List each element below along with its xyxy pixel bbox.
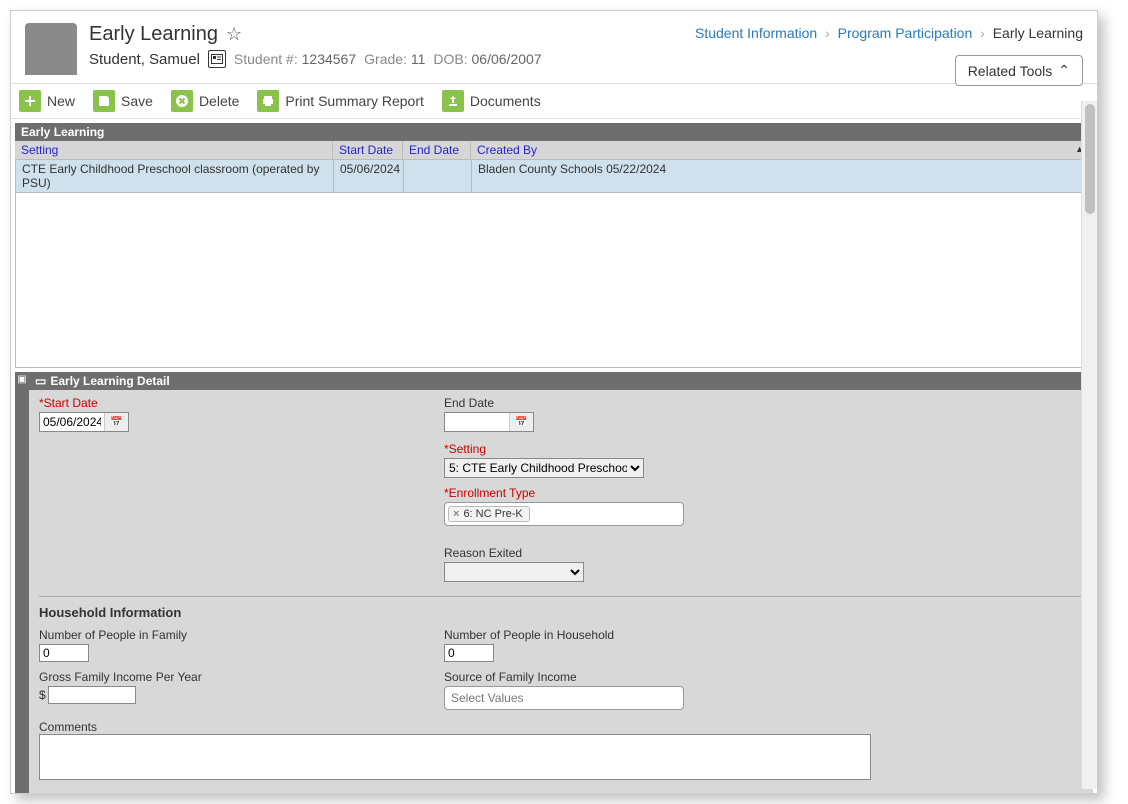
delete-icon <box>171 90 193 112</box>
chevron-up-icon: ⌃ <box>1058 62 1070 79</box>
comments-textarea[interactable] <box>39 734 871 780</box>
favorite-star-icon[interactable]: ☆ <box>226 24 242 45</box>
enrollment-type-label: Enrollment Type <box>444 486 789 500</box>
page-title: Early Learning <box>89 23 218 46</box>
breadcrumb-student-info[interactable]: Student Information <box>695 25 817 41</box>
remove-tag-icon[interactable]: × <box>453 508 459 520</box>
grade-label: Grade: <box>364 51 407 67</box>
chevron-right-icon: › <box>821 25 834 41</box>
grid-body[interactable]: CTE Early Childhood Preschool classroom … <box>15 160 1093 368</box>
end-date-label: End Date <box>444 396 789 410</box>
id-card-icon[interactable] <box>208 50 226 68</box>
currency-symbol: $ <box>39 688 46 702</box>
grade-value: 11 <box>411 51 426 67</box>
detail-title: Early Learning Detail <box>50 374 169 388</box>
collapse-icon[interactable]: ▭ <box>35 374 46 388</box>
reason-exited-select[interactable] <box>444 562 584 582</box>
related-tools-label: Related Tools <box>968 63 1053 79</box>
cell-created: Bladen County Schools 05/22/2024 <box>472 160 1092 192</box>
setting-label: Setting <box>444 442 789 456</box>
col-header-created[interactable]: Created By <box>471 141 1093 159</box>
print-summary-button[interactable]: Print Summary Report <box>257 90 423 112</box>
gross-income-input[interactable] <box>48 686 136 704</box>
dob-label: DOB: <box>433 51 467 67</box>
num-household-input[interactable] <box>444 644 494 662</box>
related-tools-button[interactable]: Related Tools ⌃ <box>955 55 1083 86</box>
cell-setting: CTE Early Childhood Preschool classroom … <box>16 160 334 192</box>
gross-income-label: Gross Family Income Per Year <box>39 670 384 684</box>
table-row[interactable]: CTE Early Childhood Preschool classroom … <box>16 160 1092 193</box>
source-income-label: Source of Family Income <box>444 670 789 684</box>
col-header-setting[interactable]: Setting <box>15 141 333 159</box>
scrollbar[interactable] <box>1081 101 1097 789</box>
scrollbar-thumb[interactable] <box>1085 104 1095 214</box>
enrollment-type-tag[interactable]: × 6: NC Pre-K <box>448 506 530 522</box>
enrollment-type-field[interactable]: × 6: NC Pre-K <box>444 502 684 526</box>
setting-select[interactable]: 5: CTE Early Childhood Preschool cla <box>444 458 644 478</box>
breadcrumb: Student Information › Program Participat… <box>695 25 1083 41</box>
expand-dock-icon[interactable]: ▣ <box>15 372 29 793</box>
start-date-input[interactable] <box>40 414 104 430</box>
page-header: Early Learning ☆ Student, Samuel Student… <box>11 11 1097 84</box>
start-date-field[interactable]: 📅 <box>39 412 129 432</box>
new-button[interactable]: New <box>19 90 75 112</box>
start-date-label: Start Date <box>39 396 384 410</box>
printer-icon <box>257 90 279 112</box>
save-icon <box>93 90 115 112</box>
end-date-field[interactable]: 📅 <box>444 412 534 432</box>
avatar <box>25 23 77 75</box>
household-section-title: Household Information <box>39 605 1083 620</box>
cell-start: 05/06/2024 <box>334 160 404 192</box>
student-number: 1234567 <box>302 51 357 67</box>
divider <box>39 596 1083 597</box>
documents-button[interactable]: Documents <box>442 90 541 112</box>
grid-header-row: Setting Start Date End Date Created By <box>15 141 1093 160</box>
plus-icon <box>19 90 41 112</box>
app-window: Early Learning ☆ Student, Samuel Student… <box>10 10 1098 794</box>
upload-icon <box>442 90 464 112</box>
comments-label: Comments <box>39 720 97 734</box>
save-button[interactable]: Save <box>93 90 153 112</box>
source-income-select[interactable]: Select Values <box>444 686 684 710</box>
col-header-end[interactable]: End Date <box>403 141 471 159</box>
reason-exited-label: Reason Exited <box>444 546 789 560</box>
student-number-label: Student #: <box>234 51 298 67</box>
chevron-right-icon: › <box>976 25 989 41</box>
num-family-label: Number of People in Family <box>39 628 384 642</box>
calendar-icon[interactable]: 📅 <box>509 413 533 431</box>
student-name: Student, Samuel <box>89 51 200 68</box>
num-family-input[interactable] <box>39 644 89 662</box>
grid-panel: Early Learning Setting Start Date End Da… <box>15 123 1093 368</box>
dob-value: 06/06/2007 <box>472 51 542 67</box>
breadcrumb-program-participation[interactable]: Program Participation <box>838 25 973 41</box>
calendar-icon[interactable]: 📅 <box>104 413 128 431</box>
delete-button[interactable]: Delete <box>171 90 239 112</box>
grid-title: Early Learning <box>15 123 1093 141</box>
num-household-label: Number of People in Household <box>444 628 789 642</box>
end-date-input[interactable] <box>445 414 509 430</box>
toolbar: New Save Delete Print Summary Report Doc… <box>11 84 1097 119</box>
detail-panel: ▣ ▭ Early Learning Detail Start Date 📅 <box>15 372 1093 793</box>
breadcrumb-current: Early Learning <box>993 25 1083 41</box>
cell-end <box>404 160 472 192</box>
col-header-start[interactable]: Start Date <box>333 141 403 159</box>
